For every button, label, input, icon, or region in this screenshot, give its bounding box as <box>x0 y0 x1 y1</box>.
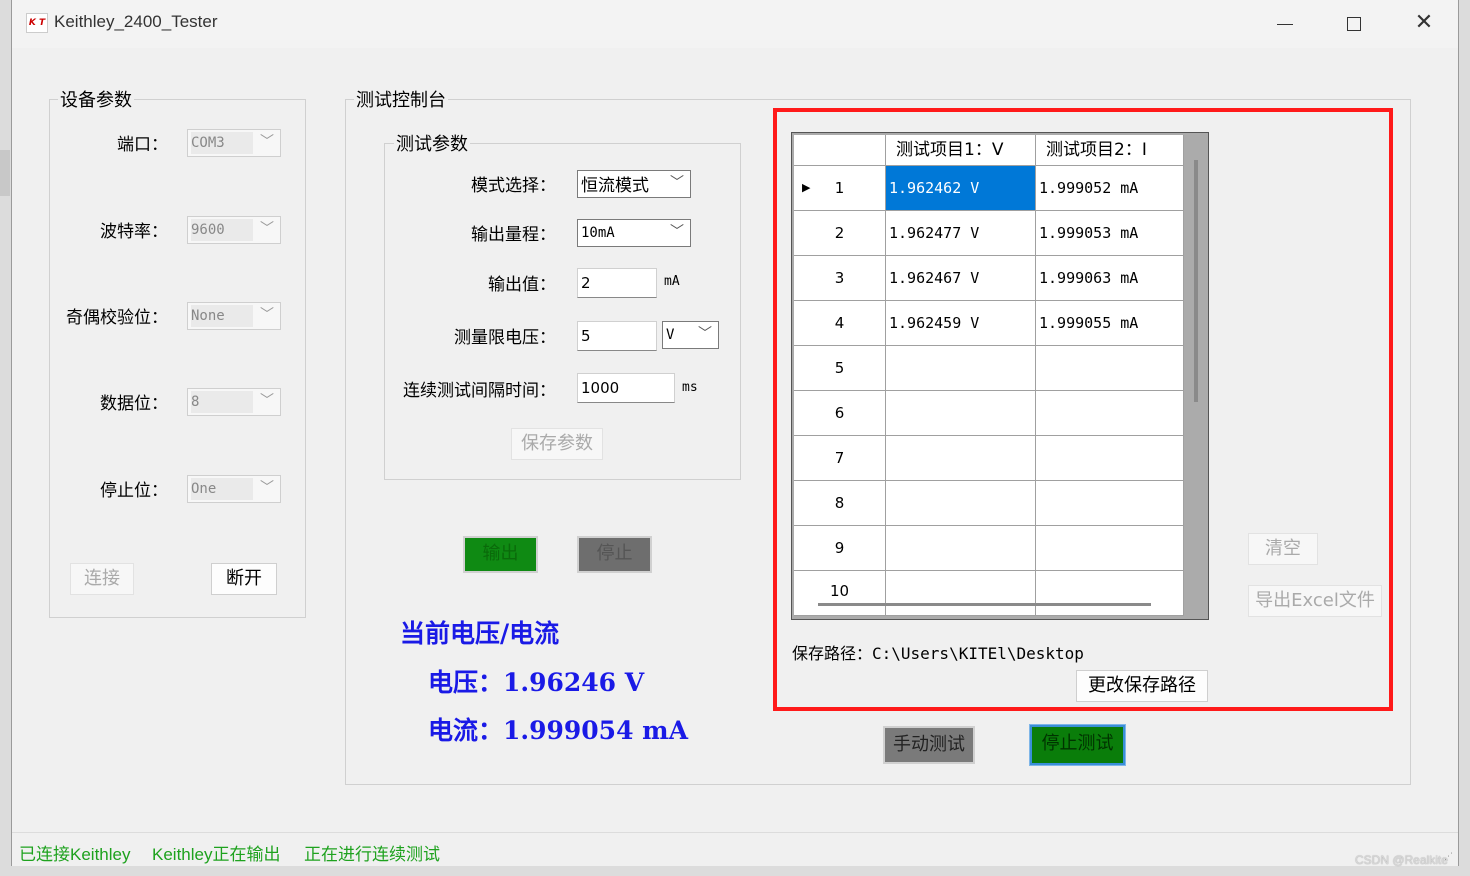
test-params-title: 测试参数 <box>394 130 470 156</box>
range-select[interactable]: 10mA ﹀ <box>577 219 691 247</box>
readout-title: 当前电压/电流 <box>400 619 560 648</box>
save-params-button[interactable]: 保存参数 <box>511 428 603 460</box>
parity-select[interactable]: None ﹀ <box>187 302 281 330</box>
chevron-down-icon: ﹀ <box>260 307 274 323</box>
close-button[interactable]: ✕ <box>1394 6 1454 42</box>
status-bar: 已连接Keithley Keithley正在输出 正在进行连续测试 ⋰ <box>12 832 1458 866</box>
output-button[interactable]: 输出 <box>463 536 538 573</box>
interval-input[interactable]: 1000 <box>577 373 675 403</box>
output-unit: mA <box>664 274 680 289</box>
limit-voltage-label: 测量限电压： <box>454 328 556 348</box>
title-bar[interactable]: K T Keithley_2400_Tester ✕ <box>12 0 1458 48</box>
status-connected: 已连接Keithley <box>19 845 131 864</box>
stop-test-button[interactable]: 停止测试 <box>1029 724 1126 766</box>
range-label: 输出量程： <box>471 225 556 245</box>
highlight-frame <box>773 108 1393 711</box>
mode-label: 模式选择： <box>471 176 556 196</box>
limit-voltage-input[interactable]: 5 <box>577 321 657 351</box>
chevron-down-icon: ﹀ <box>260 393 274 409</box>
stopbits-select[interactable]: One ﹀ <box>187 475 281 503</box>
app-icon: K T <box>26 13 48 33</box>
close-icon: ✕ <box>1414 10 1434 35</box>
stopbits-label: 停止位： <box>100 481 168 501</box>
maximize-icon <box>1347 17 1361 31</box>
minimize-icon <box>1277 24 1293 25</box>
status-testing: 正在进行连续测试 <box>304 845 440 864</box>
voltage-readout: 电压：1.96246 V <box>428 668 645 697</box>
connect-button[interactable]: 连接 <box>70 563 134 595</box>
watermark: CSDN @Realkite <box>1355 853 1448 867</box>
stop-button[interactable]: 停止 <box>577 536 652 573</box>
disconnect-button[interactable]: 断开 <box>211 563 277 595</box>
manual-test-button[interactable]: 手动测试 <box>883 726 975 764</box>
databits-select[interactable]: 8 ﹀ <box>187 388 281 416</box>
status-outputting: Keithley正在输出 <box>152 845 281 864</box>
chevron-down-icon: ﹀ <box>698 326 712 342</box>
interval-unit: ms <box>682 380 698 395</box>
interval-label: 连续测试间隔时间： <box>403 381 556 401</box>
console-title: 测试控制台 <box>354 86 448 112</box>
device-params-title: 设备参数 <box>58 86 134 112</box>
port-select[interactable]: COM3 ﹀ <box>187 129 281 157</box>
limit-unit-select[interactable]: V ﹀ <box>662 321 719 349</box>
chevron-down-icon: ﹀ <box>670 175 684 191</box>
parity-label: 奇偶校验位： <box>66 308 168 328</box>
device-params-group <box>49 99 306 618</box>
output-value-input[interactable]: 2 <box>577 268 657 298</box>
minimize-button[interactable] <box>1255 6 1315 42</box>
baud-select[interactable]: 9600 ﹀ <box>187 216 281 244</box>
chevron-down-icon: ﹀ <box>260 221 274 237</box>
databits-label: 数据位： <box>100 394 168 414</box>
chevron-down-icon: ﹀ <box>260 134 274 150</box>
baud-label: 波特率： <box>100 222 168 242</box>
current-readout: 电流：1.999054 mA <box>428 716 689 745</box>
chevron-down-icon: ﹀ <box>260 480 274 496</box>
chevron-down-icon: ﹀ <box>670 224 684 240</box>
window-title: Keithley_2400_Tester <box>54 12 218 31</box>
output-value-label: 输出值： <box>488 275 556 295</box>
port-label: 端口： <box>117 135 168 155</box>
mode-select[interactable]: 恒流模式 ﹀ <box>577 170 691 198</box>
maximize-button[interactable] <box>1324 6 1384 42</box>
